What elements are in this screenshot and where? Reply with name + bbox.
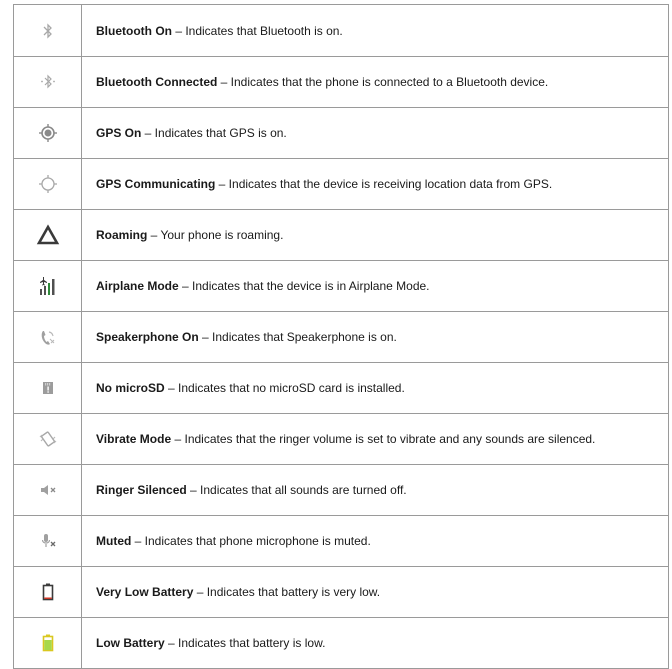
- table-row: Vibrate Mode – Indicates that the ringer…: [13, 413, 669, 465]
- table-row: No microSD – Indicates that no microSD c…: [13, 362, 669, 414]
- table-row: Low Battery – Indicates that battery is …: [13, 617, 669, 669]
- row-term: Airplane Mode: [96, 279, 179, 293]
- row-term: Bluetooth Connected: [96, 75, 218, 89]
- row-term: Bluetooth On: [96, 23, 172, 38]
- row-description: – Indicates that the ringer volume is se…: [171, 432, 596, 446]
- table-row: Roaming – Your phone is roaming.: [13, 209, 669, 261]
- battery-very-low-icon: [36, 580, 60, 604]
- table-row: Speakerphone On – Indicates that Speaker…: [13, 311, 669, 363]
- airplane-mode-icon: [36, 274, 60, 298]
- table-row: Very Low Battery – Indicates that batter…: [13, 566, 669, 618]
- row-description: – Indicates that Speakerphone is on.: [198, 330, 397, 344]
- row-term: Ringer Silenced: [96, 483, 187, 497]
- row-description: – Indicates that battery is low.: [164, 636, 326, 650]
- row-term: GPS Communicating: [96, 177, 216, 191]
- row-description: – Indicates that GPS is on.: [141, 126, 287, 140]
- row-term: Roaming: [96, 228, 148, 242]
- row-description: – Indicates that battery is very low.: [193, 585, 381, 599]
- bluetooth-icon: [36, 19, 60, 43]
- speakerphone-icon: [36, 325, 60, 349]
- row-description: – Indicates that phone microphone is mut…: [131, 534, 371, 548]
- no-microsd-icon: [36, 376, 60, 400]
- ringer-silenced-icon: [36, 478, 60, 502]
- row-term: Very Low Battery: [96, 585, 194, 599]
- row-term: Vibrate Mode: [96, 432, 172, 446]
- microphone-muted-icon: [36, 529, 60, 553]
- row-description: – Indicates that Bluetooth is on.: [171, 23, 343, 38]
- table-row: Bluetooth Connected – Indicates that the…: [13, 56, 669, 108]
- table-row: Muted – Indicates that phone microphone …: [13, 515, 669, 567]
- gps-on-icon: [36, 121, 60, 145]
- table-row: Airplane Mode – Indicates that the devic…: [13, 260, 669, 312]
- row-description: – Your phone is roaming.: [147, 228, 284, 242]
- row-term: Low Battery: [96, 636, 165, 650]
- battery-low-icon: [36, 631, 60, 655]
- roaming-triangle-icon: [36, 223, 60, 247]
- status-icon-table: Bluetooth On – Indicates that Bluetooth …: [13, 4, 669, 669]
- table-row: Ringer Silenced – Indicates that all sou…: [13, 464, 669, 516]
- table-row: GPS On – Indicates that GPS is on.: [13, 107, 669, 159]
- row-description: – Indicates that the device is receiving…: [215, 177, 553, 191]
- row-description: – Indicates that no microSD card is inst…: [164, 381, 405, 395]
- table-row: Bluetooth On – Indicates that Bluetooth …: [13, 4, 669, 57]
- row-description: – Indicates that the phone is connected …: [217, 75, 549, 89]
- gps-communicating-icon: [36, 172, 60, 196]
- vibrate-icon: [36, 427, 60, 451]
- row-term: GPS On: [96, 126, 142, 140]
- row-term: No microSD: [96, 381, 165, 395]
- row-description: – Indicates that the device is in Airpla…: [178, 279, 430, 293]
- bluetooth-connected-icon: [36, 70, 60, 94]
- row-term: Speakerphone On: [96, 330, 199, 344]
- row-term: Muted: [96, 534, 132, 548]
- row-description: – Indicates that all sounds are turned o…: [186, 483, 407, 497]
- table-row: GPS Communicating – Indicates that the d…: [13, 158, 669, 210]
